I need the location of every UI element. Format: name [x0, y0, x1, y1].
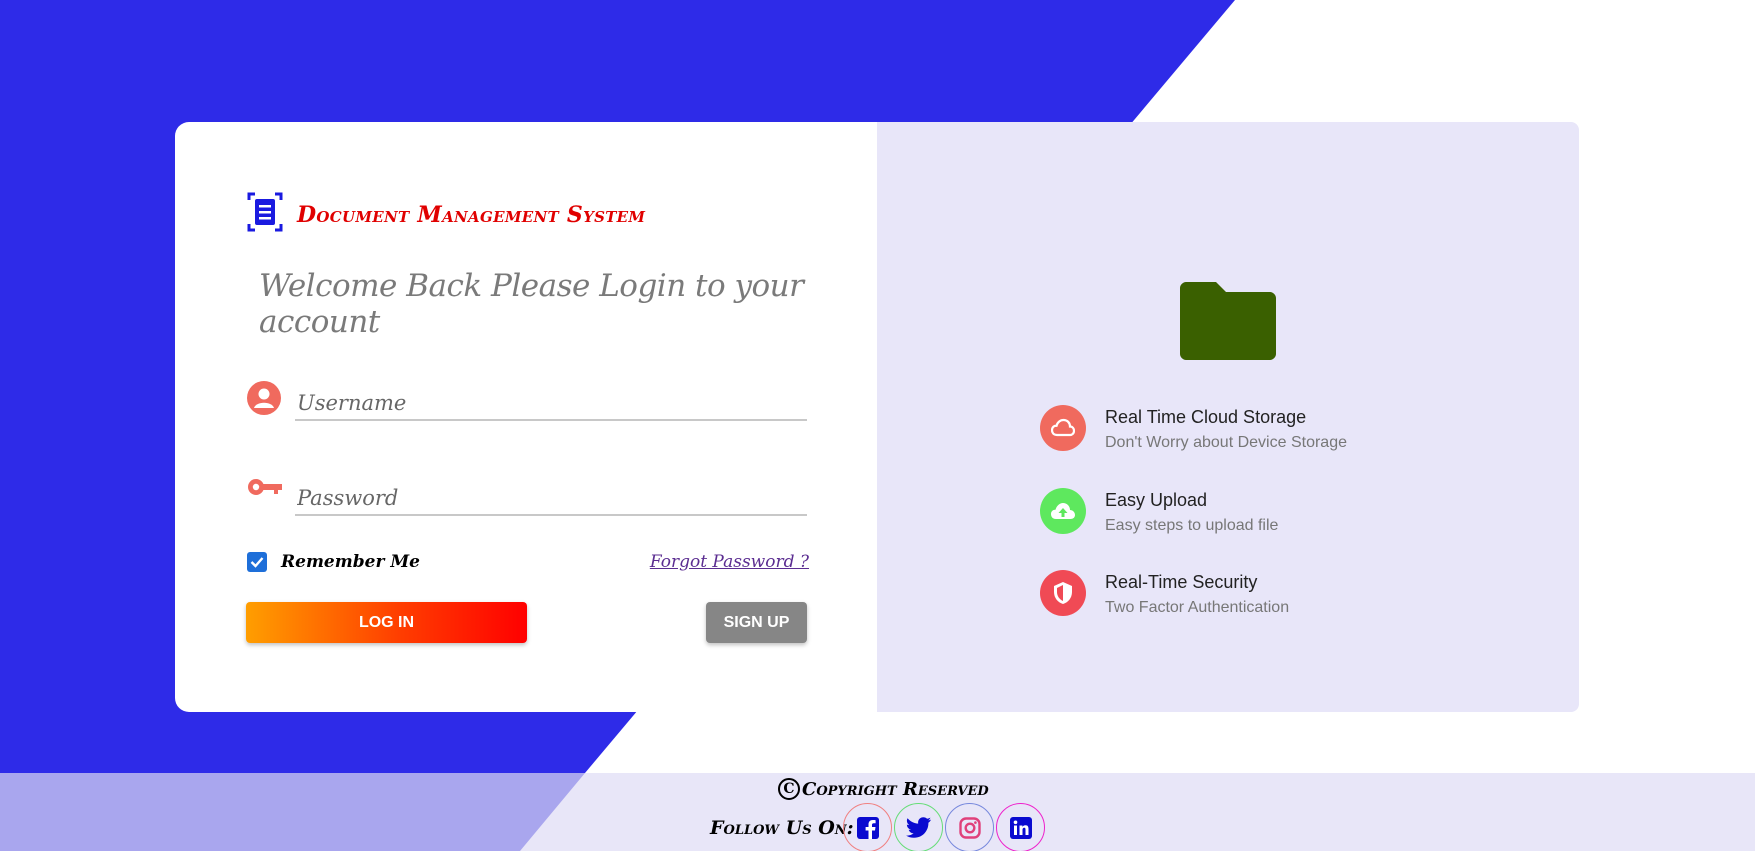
feature-title: Real-Time Security [1105, 572, 1258, 592]
feature-title: Real Time Cloud Storage [1105, 407, 1307, 427]
login-button[interactable]: LOG IN [246, 602, 527, 643]
features-panel: Real Time Cloud Storage Don't Worry abou… [877, 122, 1579, 712]
key-icon [247, 476, 283, 505]
footer: C Copyright Reserved Follow Us On: [0, 773, 1755, 851]
cloud-icon [1040, 405, 1086, 451]
twitter-icon[interactable] [894, 803, 943, 851]
password-field-group [247, 472, 807, 520]
cloud-upload-icon [1040, 488, 1086, 534]
app-title: Document Management System [297, 201, 646, 228]
welcome-heading: Welcome Back Please Login to your accoun… [259, 268, 804, 340]
feature-security: Real-Time Security Two Factor Authentica… [1040, 570, 1289, 617]
remember-label: Remember Me [281, 552, 420, 572]
folder-icon [1180, 280, 1276, 365]
remember-checkbox[interactable] [247, 552, 267, 572]
feature-subtitle: Two Factor Authentication [1105, 599, 1290, 616]
copyright: C Copyright Reserved [778, 778, 989, 800]
copyright-text: Copyright Reserved [802, 778, 989, 800]
username-input[interactable] [295, 387, 807, 421]
signup-button[interactable]: SIGN UP [706, 602, 807, 643]
feature-easy-upload: Easy Upload Easy steps to upload file [1040, 488, 1278, 535]
shield-icon [1040, 570, 1086, 616]
instagram-icon[interactable] [945, 803, 994, 851]
feature-subtitle: Easy steps to upload file [1105, 517, 1279, 534]
feature-title: Easy Upload [1105, 490, 1208, 510]
follow-label: Follow Us On: [710, 817, 854, 839]
forgot-password-link[interactable]: Forgot Password ? [650, 552, 809, 572]
user-icon [247, 381, 281, 420]
remember-me[interactable]: Remember Me [247, 552, 420, 572]
username-field-group [247, 377, 807, 425]
password-input[interactable] [295, 482, 807, 516]
copyright-icon: C [778, 778, 800, 800]
document-scan-icon [247, 192, 283, 237]
login-card: Document Management System Welcome Back … [175, 122, 877, 712]
brand-header: Document Management System [247, 192, 645, 237]
feature-cloud-storage: Real Time Cloud Storage Don't Worry abou… [1040, 405, 1347, 452]
linkedin-icon[interactable] [996, 803, 1045, 851]
feature-subtitle: Don't Worry about Device Storage [1105, 434, 1347, 451]
facebook-icon[interactable] [843, 803, 892, 851]
social-links [843, 803, 1045, 851]
